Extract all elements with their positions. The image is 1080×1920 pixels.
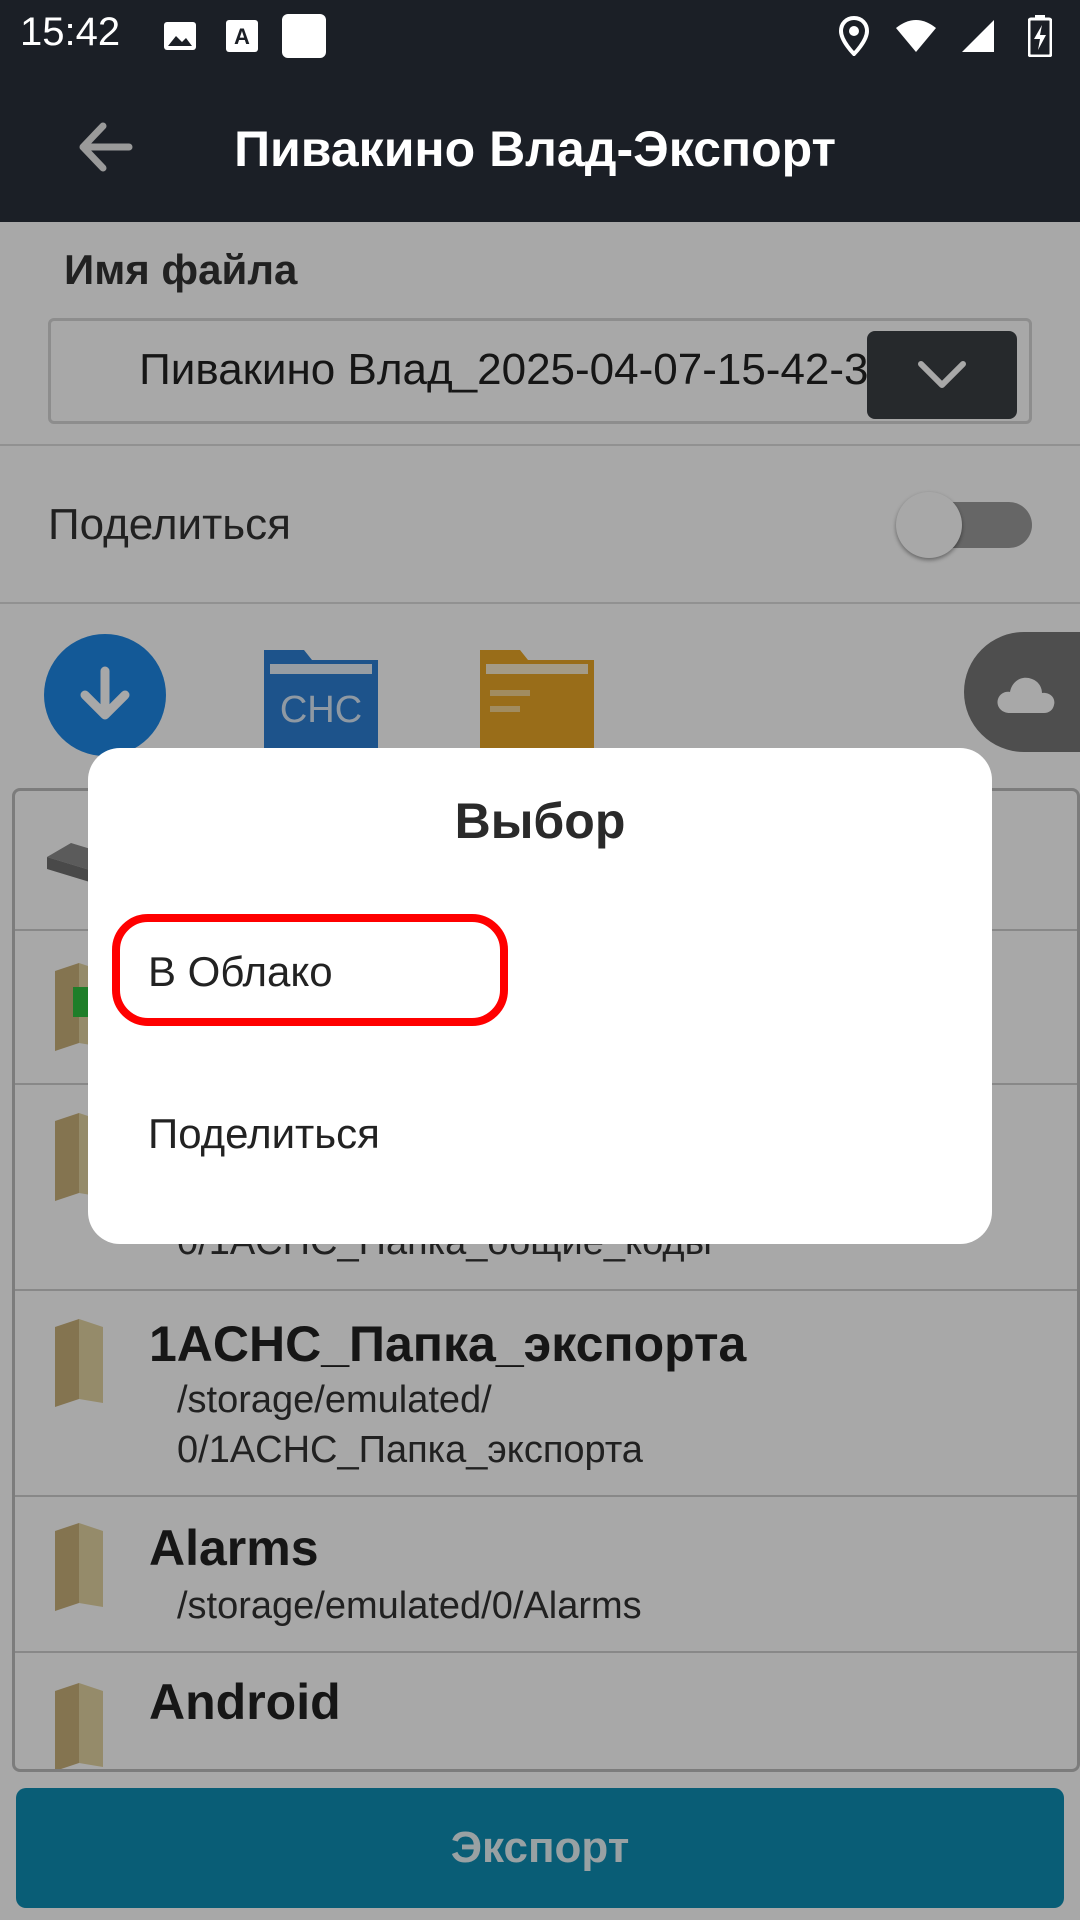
font-icon: A	[220, 14, 264, 58]
status-system-icons	[832, 14, 1062, 58]
square-icon	[282, 14, 326, 58]
choice-dialog: Выбор В Облако Поделиться	[88, 748, 992, 1244]
status-notification-icons: A	[158, 14, 326, 58]
back-arrow-icon	[79, 122, 133, 172]
status-bar: 15:42 A	[0, 0, 1080, 72]
page-title: Пивакино Влад-Экспорт	[180, 116, 1060, 186]
svg-text:A: A	[234, 24, 250, 49]
back-button[interactable]	[70, 112, 140, 182]
battery-charging-icon	[1018, 14, 1062, 58]
status-time: 15:42	[20, 10, 121, 54]
wifi-icon	[894, 14, 938, 58]
dialog-title: Выбор	[454, 793, 626, 849]
option-to-cloud[interactable]: В Облако	[148, 948, 333, 996]
option-share[interactable]: Поделиться	[148, 1110, 380, 1158]
location-icon	[832, 14, 876, 58]
app-bar: Пивакино Влад-Экспорт	[0, 72, 1080, 222]
page-title-text: Пивакино Влад-Экспорт	[234, 121, 836, 177]
gallery-icon	[158, 14, 202, 58]
signal-icon	[956, 14, 1000, 58]
